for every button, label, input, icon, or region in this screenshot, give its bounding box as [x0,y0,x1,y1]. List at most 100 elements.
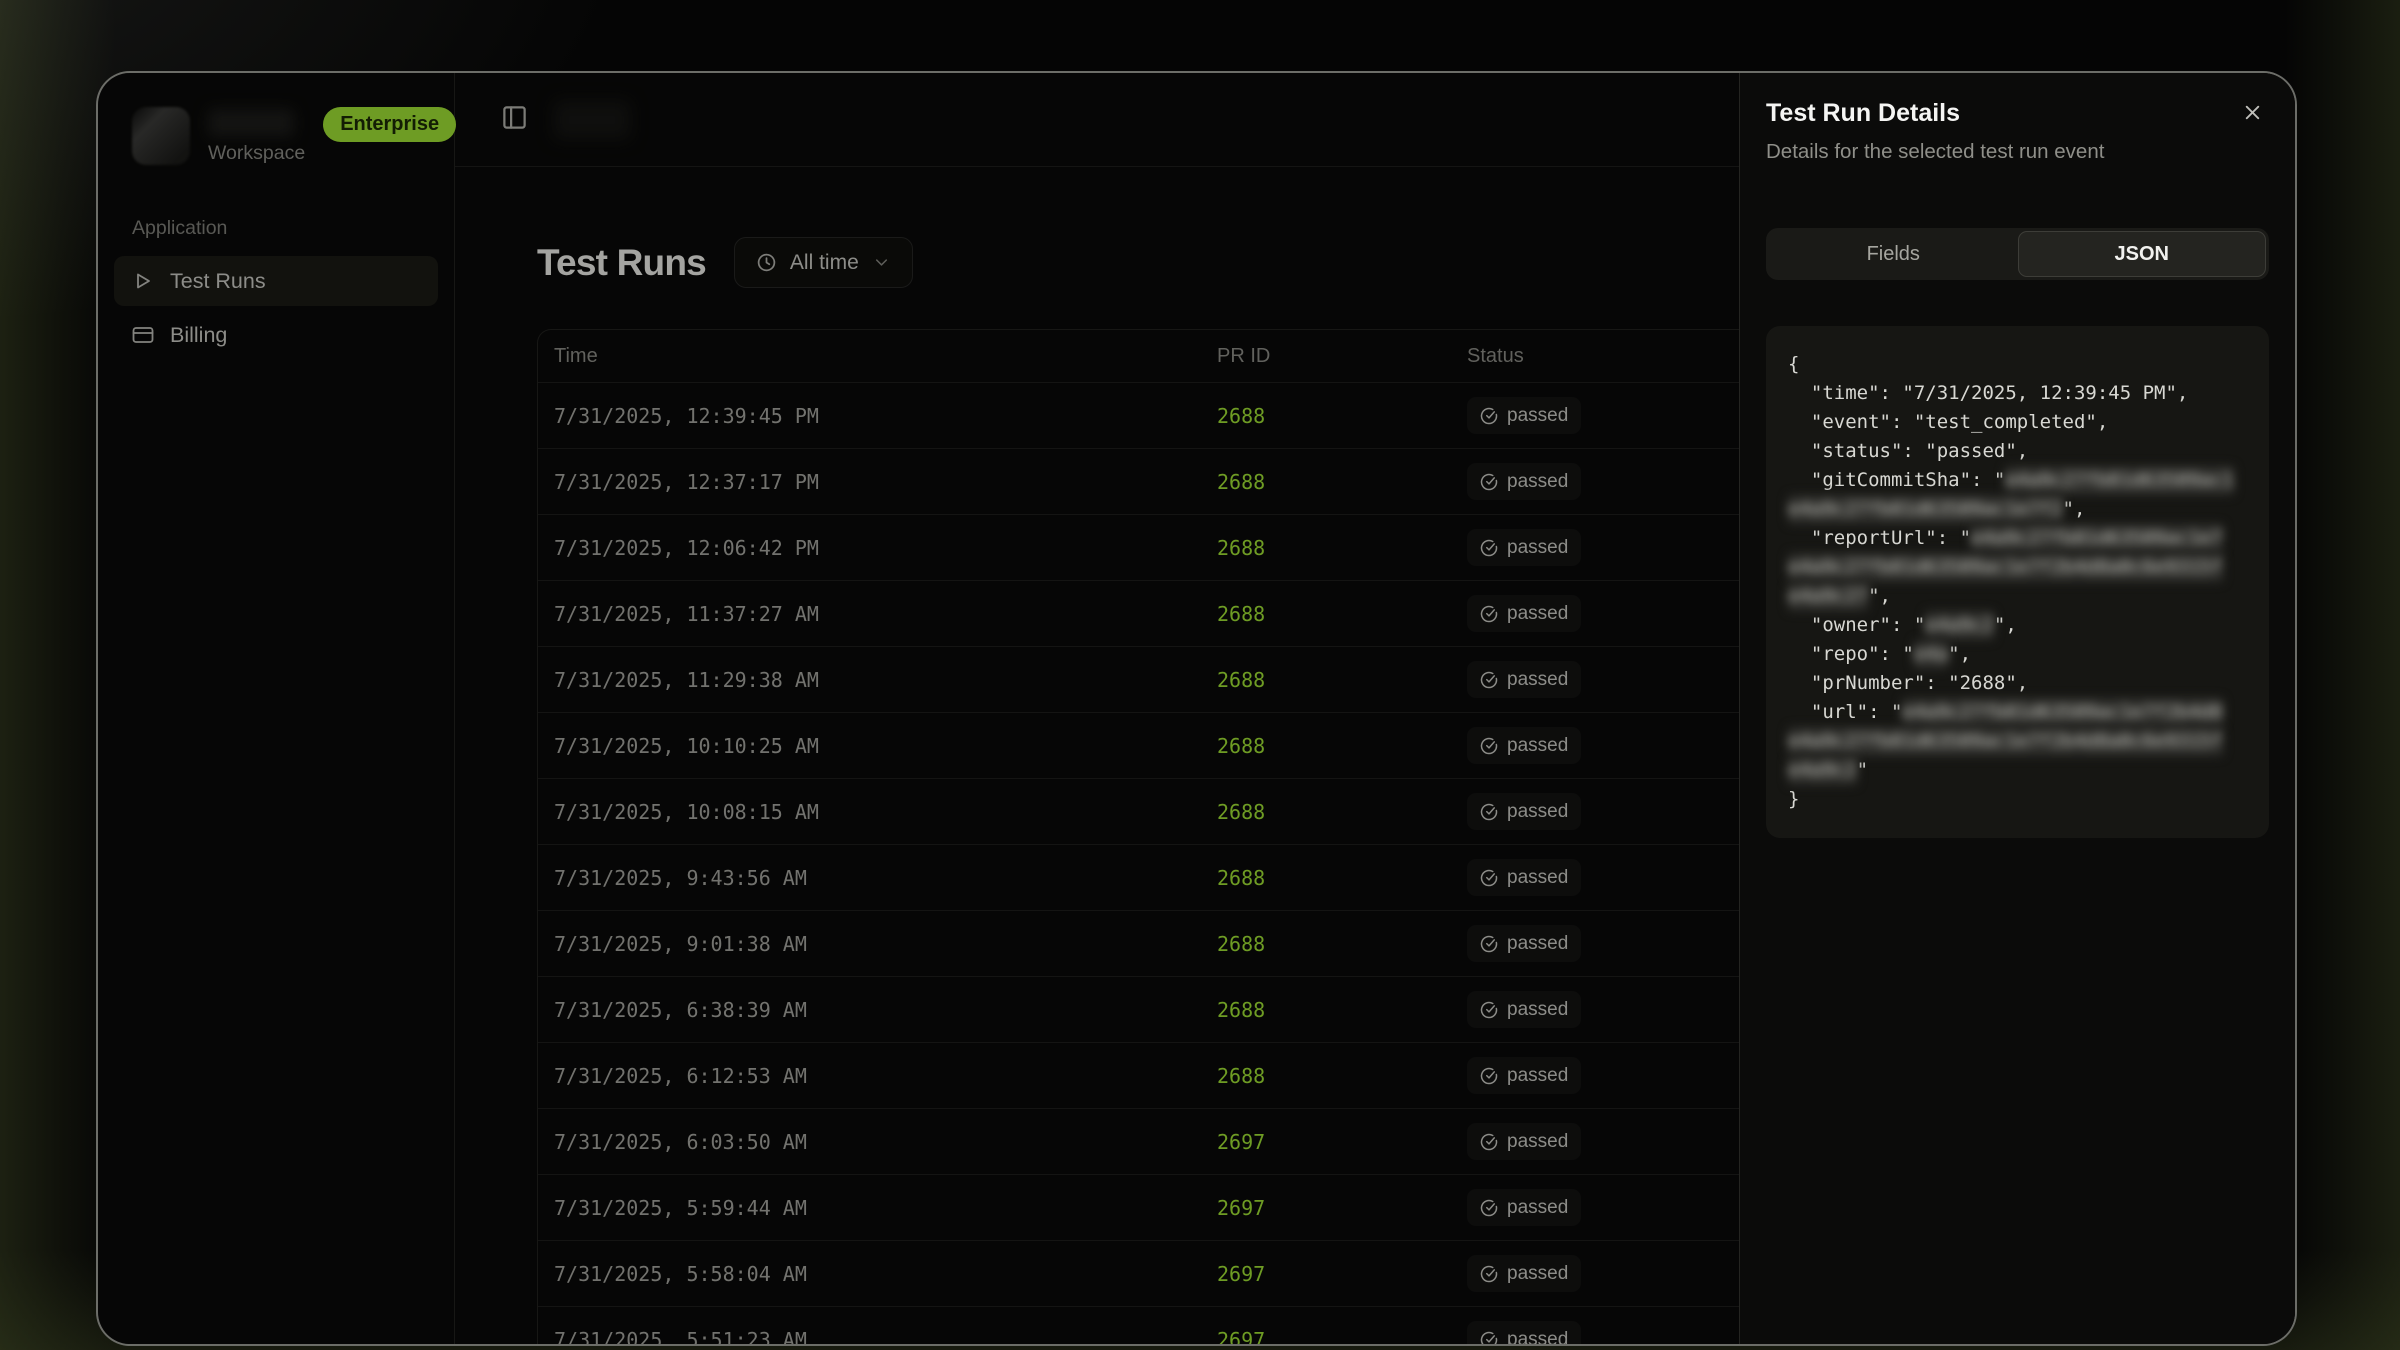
cell-time: 7/31/2025, 10:08:15 AM [554,800,1217,824]
page-title: Test Runs [537,242,706,284]
check-circle-icon [1480,539,1498,557]
pr-link[interactable]: 2697 [1217,1196,1265,1220]
status-label: passed [1507,405,1568,427]
tab-fields[interactable]: Fields [1769,231,2018,277]
pr-link[interactable]: 2697 [1217,1328,1265,1347]
status-label: passed [1507,1329,1568,1347]
cell-pr-id: 2688 [1217,800,1467,824]
check-circle-icon [1480,1199,1498,1217]
pr-link[interactable]: 2688 [1217,932,1265,956]
check-circle-icon [1480,803,1498,821]
cell-pr-id: 2688 [1217,998,1467,1022]
redacted-value: e4a9c27fb81d63509ac1e7f2b4d8a0c6e9315f [1788,727,2223,756]
pr-link[interactable]: 2688 [1217,668,1265,692]
sidebar-item-label: Test Runs [170,269,266,294]
pr-link[interactable]: 2688 [1217,734,1265,758]
panel-subtitle: Details for the selected test run event [1766,140,2269,164]
pr-link[interactable]: 2688 [1217,602,1265,626]
status-label: passed [1507,471,1568,493]
pr-link[interactable]: 2688 [1217,1064,1265,1088]
workspace-logo [132,107,190,165]
pr-link[interactable]: 2688 [1217,800,1265,824]
check-circle-icon [1480,935,1498,953]
redacted-value: e4a9c27fb81d63509ac1e7f2b4d8a0c6e9315f [1788,553,2223,582]
status-label: passed [1507,1263,1568,1285]
status-badge: passed [1467,925,1581,962]
status-label: passed [1507,1197,1568,1219]
status-badge: passed [1467,595,1581,632]
check-circle-icon [1480,1001,1498,1019]
panel-left-toggle-icon[interactable] [501,104,528,136]
status-label: passed [1507,933,1568,955]
status-label: passed [1507,1065,1568,1087]
close-button[interactable] [2237,97,2267,127]
sidebar-item-test-runs[interactable]: Test Runs [114,256,438,306]
cell-time: 7/31/2025, 6:38:39 AM [554,998,1217,1022]
status-label: passed [1507,1131,1568,1153]
credit-card-icon [131,323,155,347]
cell-pr-id: 2697 [1217,1130,1467,1154]
redacted-value: e4a9c2 [1788,756,1857,785]
check-circle-icon [1480,1265,1498,1283]
sidebar: Workspace Enterprise Application Test Ru… [98,73,455,1344]
pr-link[interactable]: 2697 [1217,1130,1265,1154]
check-circle-icon [1480,737,1498,755]
check-circle-icon [1480,1331,1498,1347]
status-badge: passed [1467,859,1581,896]
status-label: passed [1507,537,1568,559]
status-badge: passed [1467,1057,1581,1094]
status-badge: passed [1467,1123,1581,1160]
status-label: passed [1507,735,1568,757]
panel-tabs: FieldsJSON [1766,228,2269,280]
status-label: passed [1507,801,1568,823]
check-circle-icon [1480,1067,1498,1085]
cell-time: 7/31/2025, 11:37:27 AM [554,602,1217,626]
sidebar-section-label: Application [132,217,454,240]
pr-link[interactable]: 2688 [1217,998,1265,1022]
check-circle-icon [1480,869,1498,887]
check-circle-icon [1480,473,1498,491]
cell-time: 7/31/2025, 9:43:56 AM [554,866,1217,890]
cell-time: 7/31/2025, 11:29:38 AM [554,668,1217,692]
status-badge: passed [1467,397,1581,434]
status-badge: passed [1467,793,1581,830]
pr-link[interactable]: 2688 [1217,470,1265,494]
cell-pr-id: 2688 [1217,734,1467,758]
cell-time: 7/31/2025, 5:59:44 AM [554,1196,1217,1220]
redacted-value: e4a9c2 [1925,611,1994,640]
status-badge: passed [1467,661,1581,698]
sidebar-item-billing[interactable]: Billing [114,310,438,360]
redacted-value: e4a9c27fb81d63509ac1e7f2b4d8 [1902,698,2222,727]
redacted-value: e4a [1914,640,1948,669]
check-circle-icon [1480,407,1498,425]
status-badge: passed [1467,991,1581,1028]
check-circle-icon [1480,605,1498,623]
pr-link[interactable]: 2697 [1217,1262,1265,1286]
redacted-value: e4a9c27fb81d63509ac1e7 [1971,524,2223,553]
desktop-background: Workspace Enterprise Application Test Ru… [0,0,2400,1350]
sidebar-nav: Test Runs Billing [114,256,438,360]
pr-link[interactable]: 2688 [1217,866,1265,890]
plan-badge: Enterprise [323,107,456,142]
cell-time: 7/31/2025, 5:51:23 AM [554,1328,1217,1347]
tab-json[interactable]: JSON [2018,231,2267,277]
cell-time: 7/31/2025, 6:12:53 AM [554,1064,1217,1088]
column-header-pr-id: PR ID [1217,345,1467,368]
cell-pr-id: 2688 [1217,404,1467,428]
status-label: passed [1507,603,1568,625]
redacted-value: e4a9c27fb81d63509ac1 [2005,466,2234,495]
status-badge: passed [1467,1189,1581,1226]
time-filter-button[interactable]: All time [734,237,913,288]
pr-link[interactable]: 2688 [1217,536,1265,560]
workspace-label: Workspace [208,142,305,165]
workspace-header[interactable]: Workspace Enterprise [98,73,454,165]
status-label: passed [1507,999,1568,1021]
clock-icon [756,252,777,273]
cell-pr-id: 2688 [1217,536,1467,560]
close-icon [2241,101,2264,124]
panel-title: Test Run Details [1766,99,2269,128]
workspace-name-redacted [208,109,294,137]
pr-link[interactable]: 2688 [1217,404,1265,428]
sidebar-item-label: Billing [170,323,227,348]
cell-time: 7/31/2025, 12:37:17 PM [554,470,1217,494]
